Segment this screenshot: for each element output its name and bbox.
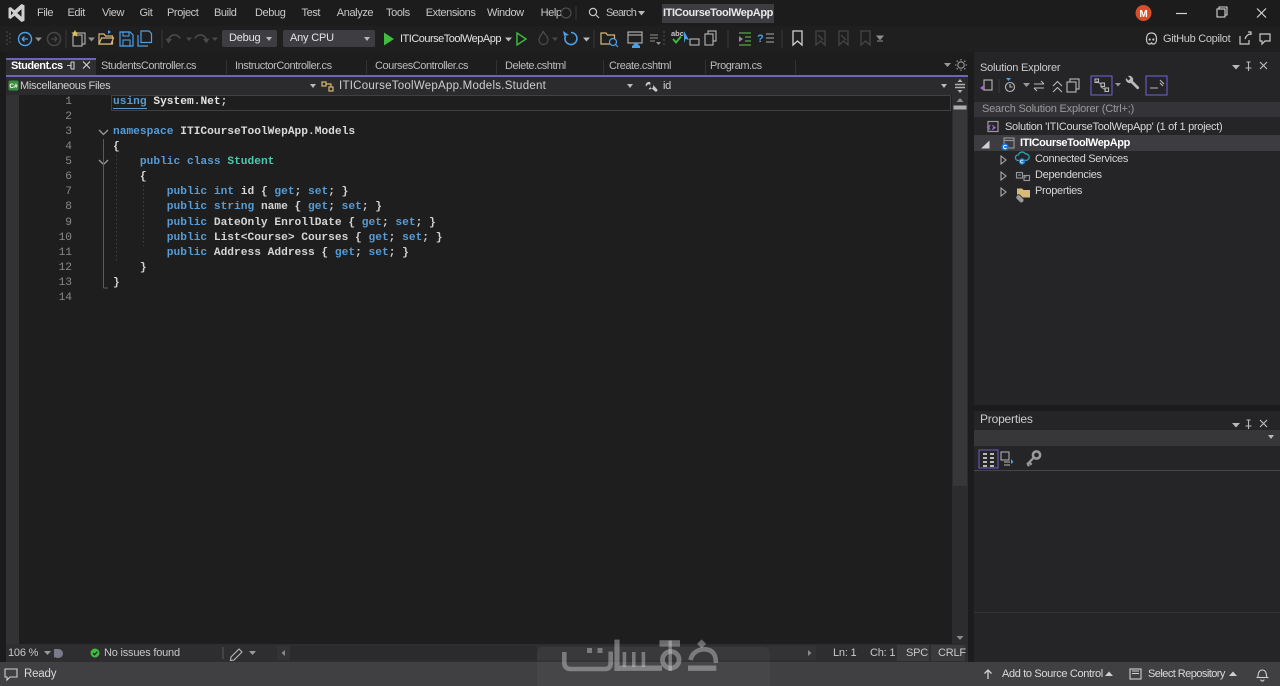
svg-text:C#: C#: [9, 83, 18, 90]
svg-text:abc: abc: [671, 29, 684, 38]
svg-text:?: ?: [757, 33, 764, 45]
svg-text:M: M: [1139, 9, 1147, 20]
